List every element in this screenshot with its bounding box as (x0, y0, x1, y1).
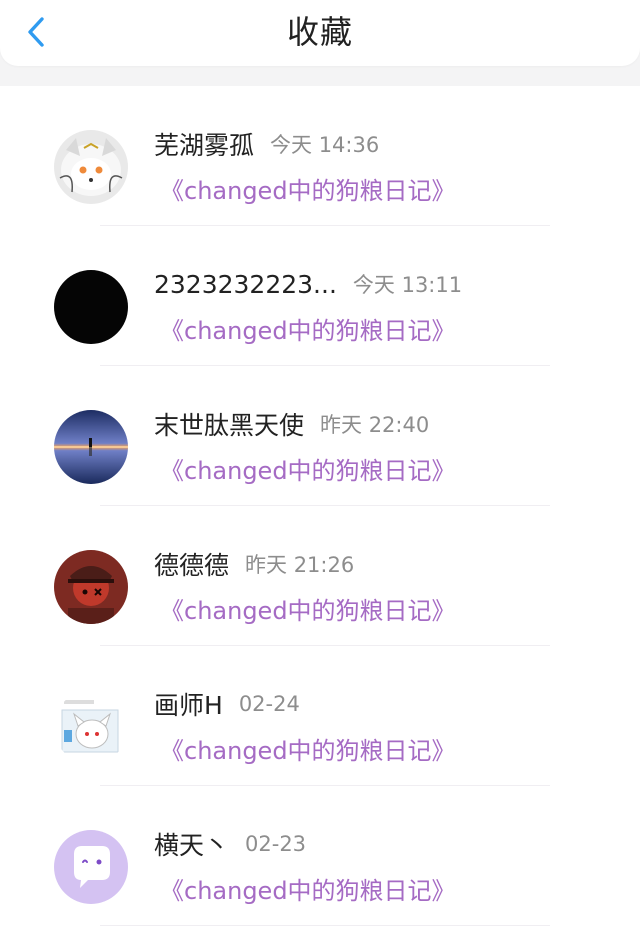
user-name[interactable]: 芜湖雾孤 (154, 126, 254, 162)
timestamp: 昨天 22:40 (320, 413, 430, 437)
list-item[interactable]: 横天丶 02-23 《changed中的狗粮日记》 (0, 786, 640, 926)
user-name[interactable]: 横天丶 (154, 826, 229, 862)
purple-chat-bubble-avatar-icon (54, 830, 128, 904)
page-title: 收藏 (286, 13, 353, 51)
list-item[interactable]: 芜湖雾孤 今天 14:36 《changed中的狗粮日记》 (0, 86, 640, 226)
work-title-link[interactable]: 《changed中的狗粮日记》 (160, 174, 456, 208)
list-item[interactable]: 2323232223... 今天 13:11 《changed中的狗粮日记》 (0, 226, 640, 366)
user-avatar[interactable] (54, 130, 128, 204)
black-circle-avatar-icon (54, 270, 128, 344)
work-title-link[interactable]: 《changed中的狗粮日记》 (160, 734, 456, 768)
user-name[interactable]: 画师H (154, 686, 223, 722)
work-title-link[interactable]: 《changed中的狗粮日记》 (160, 454, 456, 488)
timestamp: 今天 13:11 (352, 273, 463, 297)
user-avatar[interactable] (54, 690, 128, 764)
white-character-drawing-avatar-icon (54, 690, 128, 764)
user-name[interactable]: 2323232223... (154, 270, 337, 299)
work-title-link[interactable]: 《changed中的狗粮日记》 (160, 314, 456, 348)
list-item[interactable]: 末世肽黑天使 昨天 22:40 《changed中的狗粮日记》 (0, 366, 640, 506)
user-avatar[interactable] (54, 550, 128, 624)
timestamp: 昨天 21:26 (245, 553, 355, 577)
work-title-link[interactable]: 《changed中的狗粮日记》 (160, 874, 456, 908)
work-title-link[interactable]: 《changed中的狗粮日记》 (160, 594, 456, 628)
list-item[interactable]: 画师H 02-24 《changed中的狗粮日记》 (0, 646, 640, 786)
timestamp: 02-23 (245, 832, 307, 856)
user-avatar[interactable] (54, 830, 128, 904)
sunset-reflection-avatar-icon (54, 410, 128, 484)
user-avatar[interactable] (54, 270, 128, 344)
favorites-list: 芜湖雾孤 今天 14:36 《changed中的狗粮日记》 2323232223… (0, 86, 640, 946)
timestamp: 今天 14:36 (270, 133, 380, 157)
user-name[interactable]: 德德德 (154, 546, 229, 582)
user-avatar[interactable] (54, 410, 128, 484)
divider (100, 925, 550, 926)
white-fox-avatar-icon (54, 130, 128, 204)
timestamp: 02-24 (238, 692, 300, 716)
top-bar: 收藏 (0, 0, 640, 66)
red-uniform-character-avatar-icon (54, 550, 128, 624)
user-name[interactable]: 末世肽黑天使 (154, 406, 304, 442)
list-item[interactable]: 德德德 昨天 21:26 《changed中的狗粮日记》 (0, 506, 640, 646)
